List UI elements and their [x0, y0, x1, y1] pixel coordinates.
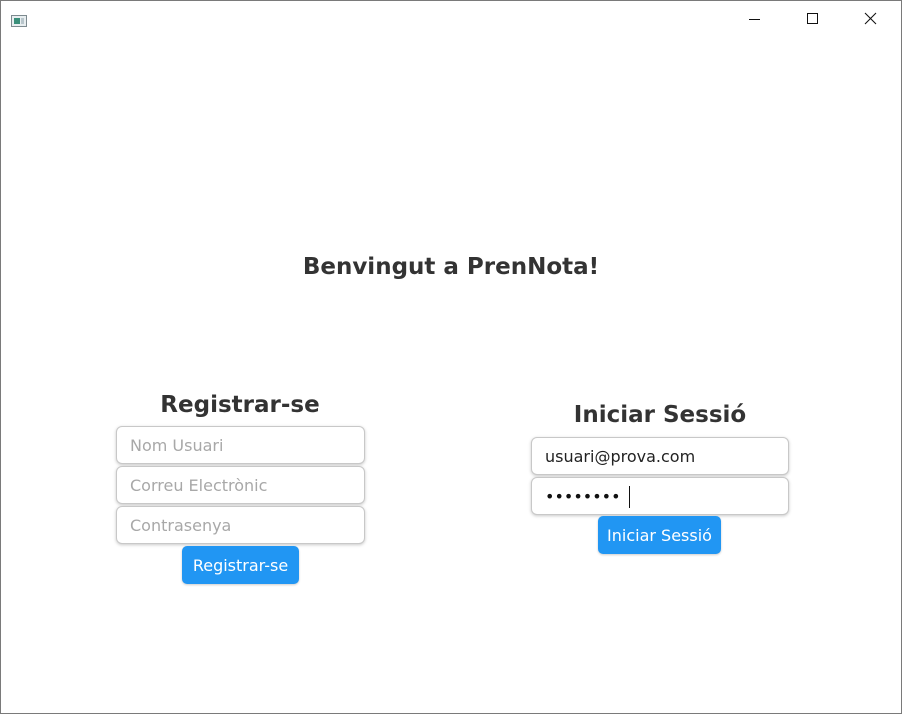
password-mask: ••••••••	[545, 487, 621, 506]
username-input[interactable]	[116, 426, 365, 464]
login-button[interactable]: Iniciar Sessió	[598, 516, 721, 554]
register-button[interactable]: Registrar-se	[182, 546, 299, 584]
app-window: Benvingut a PrenNota! Registrar-se Regis…	[0, 0, 902, 714]
minimize-button[interactable]	[725, 1, 783, 37]
register-title: Registrar-se	[160, 392, 320, 418]
login-password-input[interactable]: ••••••••	[531, 477, 789, 515]
close-button[interactable]	[841, 1, 899, 37]
title-bar[interactable]	[1, 1, 901, 37]
login-title: Iniciar Sessió	[573, 402, 747, 428]
maximize-button[interactable]	[783, 1, 841, 37]
email-input[interactable]	[116, 466, 365, 504]
password-input[interactable]	[116, 506, 365, 544]
login-email-input[interactable]	[531, 437, 789, 475]
app-window-icon	[11, 12, 27, 27]
text-caret	[629, 486, 630, 508]
welcome-title: Benvingut a PrenNota!	[302, 254, 600, 280]
